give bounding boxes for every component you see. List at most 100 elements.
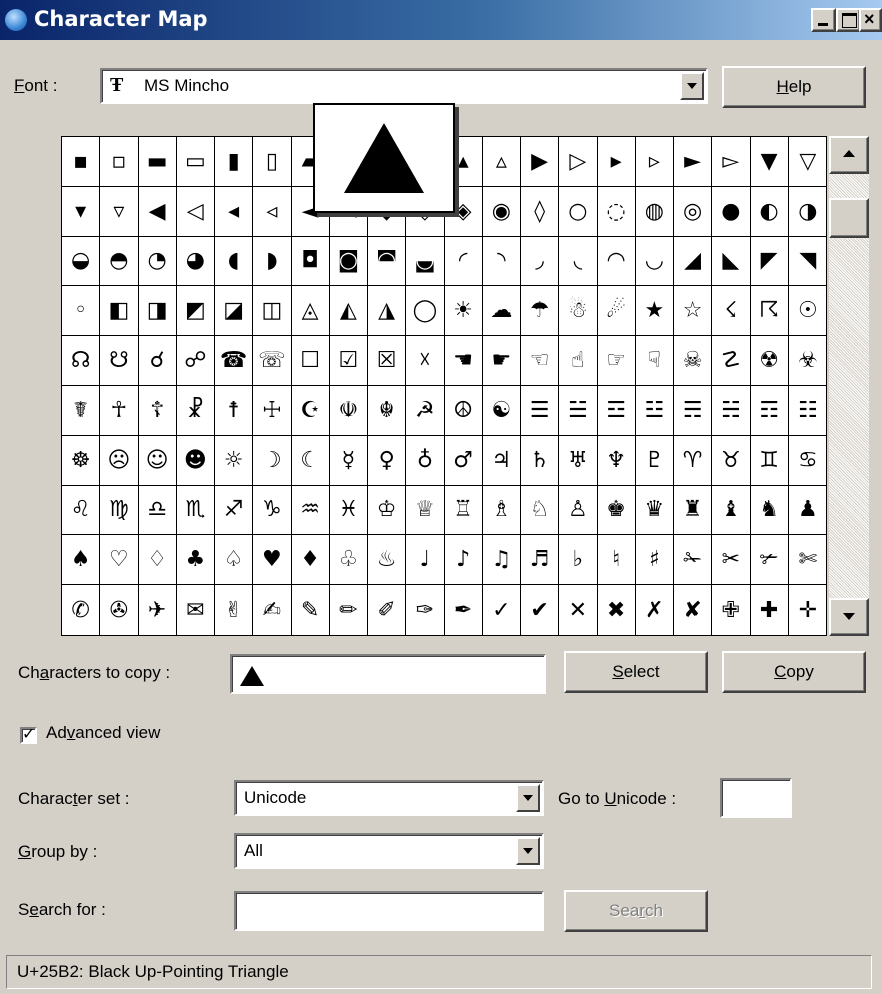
char-cell[interactable]: ◢ bbox=[674, 236, 713, 287]
char-cell[interactable]: ◪ bbox=[215, 286, 254, 337]
char-cell[interactable]: ✉ bbox=[177, 585, 215, 635]
char-cell[interactable]: ☮ bbox=[444, 385, 483, 436]
char-cell[interactable]: ☩ bbox=[253, 385, 292, 436]
char-cell[interactable]: ◊ bbox=[521, 186, 560, 237]
maximize-button[interactable] bbox=[836, 8, 861, 32]
char-cell[interactable]: ☲ bbox=[597, 385, 636, 436]
char-cell[interactable]: ♃ bbox=[482, 435, 521, 486]
char-cell[interactable]: ◚ bbox=[368, 236, 407, 287]
char-cell[interactable]: ☼ bbox=[215, 435, 254, 486]
char-cell[interactable]: ✒ bbox=[445, 585, 483, 635]
char-cell[interactable]: ☨ bbox=[215, 385, 254, 436]
char-cell[interactable]: ♢ bbox=[138, 535, 177, 586]
char-cell[interactable]: ★ bbox=[635, 286, 674, 337]
char-cell[interactable]: ☾ bbox=[291, 435, 330, 486]
char-cell[interactable]: ☈ bbox=[750, 286, 789, 337]
char-cell[interactable]: ◝ bbox=[482, 236, 521, 287]
char-cell[interactable]: ✚ bbox=[751, 585, 789, 635]
char-cell[interactable]: ♣ bbox=[176, 535, 215, 586]
char-cell[interactable]: ◓ bbox=[100, 236, 139, 287]
char-cell[interactable]: ☽ bbox=[253, 435, 292, 486]
char-cell[interactable]: ✖ bbox=[598, 585, 636, 635]
char-cell[interactable]: ♖ bbox=[444, 485, 483, 536]
char-cell[interactable]: ♌ bbox=[62, 485, 101, 536]
char-cell[interactable]: ☋ bbox=[100, 336, 139, 386]
char-cell[interactable]: ● bbox=[712, 186, 751, 237]
char-cell[interactable]: ☺ bbox=[138, 435, 177, 486]
title-bar[interactable]: Character Map × bbox=[0, 0, 882, 40]
char-cell[interactable]: ✓ bbox=[483, 585, 521, 635]
char-cell[interactable]: ✗ bbox=[636, 585, 674, 635]
char-cell[interactable]: ♞ bbox=[750, 485, 789, 536]
char-cell[interactable]: ◗ bbox=[253, 236, 292, 287]
char-cell[interactable]: ♧ bbox=[329, 535, 368, 586]
char-cell[interactable]: ☵ bbox=[712, 385, 751, 436]
char-cell[interactable]: ◀ bbox=[138, 186, 177, 237]
help-button[interactable]: Help bbox=[722, 66, 866, 108]
char-cell[interactable]: ♍ bbox=[100, 485, 139, 536]
char-cell[interactable]: ◑ bbox=[788, 187, 827, 237]
char-cell[interactable]: ◘ bbox=[291, 236, 330, 287]
char-cell[interactable]: ☚ bbox=[444, 336, 483, 386]
chevron-down-icon[interactable] bbox=[680, 72, 704, 100]
char-cell[interactable]: ☠ bbox=[674, 336, 713, 386]
char-cell[interactable]: ☌ bbox=[138, 336, 177, 386]
char-cell[interactable]: ☯ bbox=[482, 385, 521, 436]
char-cell[interactable]: ◜ bbox=[444, 236, 483, 287]
advanced-view-checkbox[interactable]: ✓ bbox=[20, 726, 37, 744]
char-cell[interactable]: ☡ bbox=[712, 336, 751, 386]
char-cell[interactable]: ◒ bbox=[62, 236, 101, 287]
char-cell[interactable]: ☞ bbox=[597, 336, 636, 386]
char-cell[interactable]: ☓ bbox=[406, 336, 445, 386]
char-cell[interactable]: ♏ bbox=[176, 485, 215, 536]
char-cell[interactable]: ☃ bbox=[559, 286, 598, 337]
char-cell[interactable]: ◤ bbox=[750, 236, 789, 287]
char-cell[interactable]: ◟ bbox=[559, 236, 598, 287]
char-cell[interactable]: ♜ bbox=[674, 485, 713, 536]
char-cell[interactable]: ♨ bbox=[368, 535, 407, 586]
char-cell[interactable]: ▮ bbox=[215, 137, 254, 187]
char-cell[interactable]: ◃ bbox=[253, 186, 292, 237]
search-input[interactable] bbox=[234, 891, 544, 931]
char-cell[interactable]: ☄ bbox=[597, 286, 636, 337]
characters-to-copy-input[interactable] bbox=[230, 654, 546, 694]
scroll-thumb[interactable] bbox=[829, 198, 869, 238]
char-cell[interactable]: ✍ bbox=[253, 585, 292, 635]
char-cell[interactable]: ♫ bbox=[482, 535, 521, 586]
scroll-up-button[interactable] bbox=[829, 136, 869, 174]
char-cell[interactable]: ♐ bbox=[215, 485, 254, 536]
char-cell[interactable]: ▻ bbox=[712, 137, 751, 187]
char-cell[interactable]: ✄ bbox=[788, 535, 827, 586]
char-cell[interactable]: ◨ bbox=[138, 286, 177, 337]
char-cell[interactable]: ▼ bbox=[750, 137, 789, 187]
char-cell[interactable]: ♡ bbox=[100, 535, 139, 586]
char-cell[interactable]: ☇ bbox=[712, 286, 751, 337]
char-cell[interactable]: ◡ bbox=[635, 236, 674, 287]
char-cell[interactable]: ♊ bbox=[750, 435, 789, 486]
char-cell[interactable]: ☰ bbox=[521, 385, 560, 436]
char-cell[interactable]: ♔ bbox=[368, 485, 407, 536]
char-cell[interactable]: ◕ bbox=[176, 236, 215, 287]
char-cell[interactable]: ▬ bbox=[138, 137, 177, 187]
scroll-down-button[interactable] bbox=[829, 598, 869, 636]
char-cell[interactable]: ♩ bbox=[406, 535, 445, 586]
char-cell[interactable]: ♑ bbox=[253, 485, 292, 536]
char-cell[interactable]: ✑ bbox=[406, 585, 445, 635]
char-cell[interactable]: ♥ bbox=[253, 535, 292, 586]
char-cell[interactable]: ✌ bbox=[215, 585, 254, 635]
char-cell[interactable]: ◎ bbox=[674, 186, 713, 237]
char-cell[interactable]: ◭ bbox=[329, 286, 368, 337]
char-cell[interactable]: ☪ bbox=[291, 385, 330, 436]
char-cell[interactable]: ♕ bbox=[406, 485, 445, 536]
char-cell[interactable]: ♈ bbox=[674, 435, 713, 486]
char-cell[interactable]: ◦ bbox=[62, 286, 101, 337]
char-cell[interactable]: ◯ bbox=[406, 286, 445, 337]
char-cell[interactable]: ◧ bbox=[100, 286, 139, 337]
char-cell[interactable]: ◞ bbox=[521, 236, 560, 287]
char-cell[interactable]: ✔ bbox=[521, 585, 560, 635]
char-cell[interactable]: ◉ bbox=[482, 186, 521, 237]
char-cell[interactable]: ☏ bbox=[253, 336, 292, 386]
char-cell[interactable]: ◌ bbox=[597, 186, 636, 237]
char-cell[interactable]: ♂ bbox=[444, 435, 483, 486]
char-cell[interactable]: ♬ bbox=[521, 535, 560, 586]
